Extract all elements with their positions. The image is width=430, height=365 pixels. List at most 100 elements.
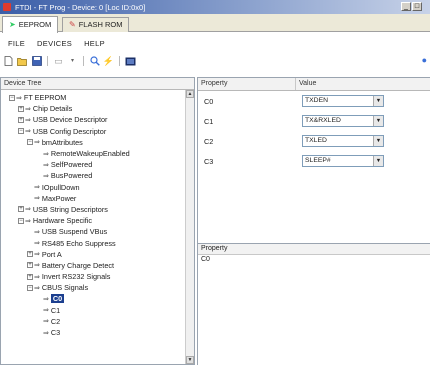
tree-arrow-icon: ⇒ [25, 105, 31, 113]
tree-item-label: SelfPowered [50, 160, 93, 170]
chevron-down-icon[interactable]: ▼ [373, 136, 383, 146]
description-panel: Property C0 [197, 243, 430, 365]
tree-item[interactable]: ⇒ C2 [1, 316, 194, 327]
menu-file[interactable]: FILE [8, 39, 25, 48]
value-select-text: TXDEN [305, 97, 329, 104]
value-select[interactable]: TX&RXLED ▼ [302, 115, 384, 127]
expand-icon[interactable]: + [18, 206, 24, 213]
tree-item[interactable]: − ⇒ USB Config Descriptor [1, 126, 194, 137]
tree-item[interactable]: ⇒ MaxPower [1, 193, 194, 204]
tree-arrow-icon: ⇒ [34, 195, 40, 203]
description-text: C0 [201, 256, 210, 263]
menu-help[interactable]: HELP [84, 39, 105, 48]
tree-item[interactable]: + ⇒ Invert RS232 Signals [1, 271, 194, 282]
device-tree-panel: Device Tree − ⇒ FT EEPROM + ⇒ Chip Details + ⇒ U… [0, 77, 195, 365]
collapse-icon[interactable]: − [9, 94, 15, 101]
tree-item[interactable]: + ⇒ Chip Details [1, 103, 194, 114]
collapse-icon[interactable]: − [18, 128, 24, 135]
tree-item-label: CBUS Signals [41, 283, 89, 293]
tab-flash-rom-label: FLASH ROM [78, 20, 123, 29]
expand-icon[interactable]: + [27, 262, 33, 269]
tree-item[interactable]: − ⇒ CBUS Signals [1, 282, 194, 293]
scroll-up-arrow[interactable]: ▲ [186, 90, 194, 98]
open-folder-icon[interactable] [17, 56, 28, 67]
property-value-cell: SLEEP# ▼ [296, 151, 430, 171]
chevron-down-icon[interactable]: ▼ [373, 156, 383, 166]
tab-flash-rom[interactable]: ✎ FLASH ROM [62, 17, 130, 32]
chevron-down-icon[interactable]: ▼ [373, 96, 383, 106]
device-icon[interactable]: ▭ [53, 56, 64, 67]
expand-icon[interactable]: + [27, 273, 33, 280]
tree-item[interactable]: − ⇒ Hardware Specific [1, 215, 194, 226]
tree-item[interactable]: ⇒ C0 [1, 293, 194, 304]
tree-arrow-icon: ⇒ [25, 116, 31, 124]
menu-devices[interactable]: DEVICES [37, 39, 72, 48]
tree-item-label: RemoteWakeupEnabled [50, 149, 130, 159]
program-icon[interactable]: ⚡ [103, 56, 114, 67]
tree-item[interactable]: + ⇒ Port A [1, 249, 194, 260]
property-grid-rows: C0 TXDEN ▼ C1 TX&RXLED ▼ C2 TXLED ▼ C3 SLEEP# ▼ [198, 91, 430, 171]
expand-icon[interactable]: + [18, 105, 24, 112]
tree-item[interactable]: ⇒ RemoteWakeupEnabled [1, 148, 194, 159]
value-select[interactable]: TXLED ▼ [302, 135, 384, 147]
tree-item-label: Chip Details [32, 104, 73, 114]
tree-item-label: RS485 Echo Suppress [41, 238, 116, 248]
info-icon[interactable]: ● [422, 55, 427, 65]
tree-item-label: C1 [50, 305, 61, 315]
tree-item[interactable]: ⇒ USB Suspend VBus [1, 226, 194, 237]
expand-icon[interactable]: + [18, 116, 24, 123]
tree-arrow-icon: ⇒ [43, 307, 49, 315]
tree-item[interactable]: ⇒ C1 [1, 305, 194, 316]
dropdown-icon[interactable]: ▾ [67, 56, 78, 67]
tree-arrow-icon: ⇒ [34, 251, 40, 259]
save-icon[interactable] [31, 56, 42, 67]
expand-icon[interactable]: + [27, 251, 33, 258]
title-bar: FTDI - FT Prog - Device: 0 [Loc ID:0x0] … [0, 0, 430, 14]
tree-item[interactable]: ⇒ BusPowered [1, 170, 194, 181]
window-title: FTDI - FT Prog - Device: 0 [Loc ID:0x0] [15, 2, 146, 12]
tree-item[interactable]: ⇒ RS485 Echo Suppress [1, 237, 194, 248]
tree-arrow-icon: ⇒ [34, 273, 40, 281]
tree-item[interactable]: + ⇒ Battery Charge Detect [1, 260, 194, 271]
maximize-button[interactable]: □ [412, 2, 422, 11]
tree-item-label: USB Suspend VBus [41, 227, 108, 237]
tree-arrow-icon: ⇒ [25, 206, 31, 214]
tab-eeprom-label: EEPROM [18, 20, 52, 29]
tree-item[interactable]: + ⇒ USB Device Descriptor [1, 114, 194, 125]
value-select[interactable]: SLEEP# ▼ [302, 155, 384, 167]
tree-item-label: Invert RS232 Signals [41, 272, 111, 282]
tree-item[interactable]: + ⇒ USB String Descriptors [1, 204, 194, 215]
tree-item[interactable]: ⇒ IOpullDown [1, 182, 194, 193]
minimize-button[interactable]: _ [401, 2, 411, 11]
value-select[interactable]: TXDEN ▼ [302, 95, 384, 107]
property-row: C3 SLEEP# ▼ [198, 151, 430, 171]
tree-item-label: USB String Descriptors [32, 204, 108, 214]
collapse-icon[interactable]: − [18, 217, 24, 224]
tree-arrow-icon: ⇒ [25, 128, 31, 136]
toolbar: ▭ ▾ ⚡ ● [0, 53, 430, 69]
tree-item[interactable]: − ⇒ FT EEPROM [1, 92, 194, 103]
tab-eeprom[interactable]: ➤ EEPROM [2, 16, 59, 33]
tree-item[interactable]: − ⇒ bmAttributes [1, 137, 194, 148]
value-select-text: TX&RXLED [305, 117, 341, 124]
collapse-icon[interactable]: − [27, 284, 33, 291]
window-controls: _ □ [401, 2, 422, 11]
tree-item-label: USB Device Descriptor [32, 115, 108, 125]
tree-item[interactable]: ⇒ SelfPowered [1, 159, 194, 170]
tree-arrow-icon: ⇒ [34, 284, 40, 292]
scroll-down-arrow[interactable]: ▼ [186, 356, 194, 364]
chip-icon[interactable] [125, 56, 136, 67]
tree-arrow-icon: ⇒ [34, 139, 40, 147]
chevron-down-icon[interactable]: ▼ [373, 116, 383, 126]
new-file-icon[interactable] [3, 56, 14, 67]
tree-arrow-icon: ⇒ [34, 262, 40, 270]
tree-item-label: FT EEPROM [23, 93, 67, 103]
tree-item-label: Battery Charge Detect [41, 260, 115, 270]
collapse-icon[interactable]: − [27, 139, 33, 146]
tree-arrow-icon: ⇒ [43, 172, 49, 180]
eeprom-arrow-icon: ➤ [9, 20, 16, 29]
search-icon[interactable] [89, 56, 100, 67]
tree-item[interactable]: ⇒ C3 [1, 327, 194, 338]
tree-item-label: bmAttributes [41, 137, 83, 147]
tree-scrollbar[interactable]: ▲ ▼ [185, 90, 194, 364]
